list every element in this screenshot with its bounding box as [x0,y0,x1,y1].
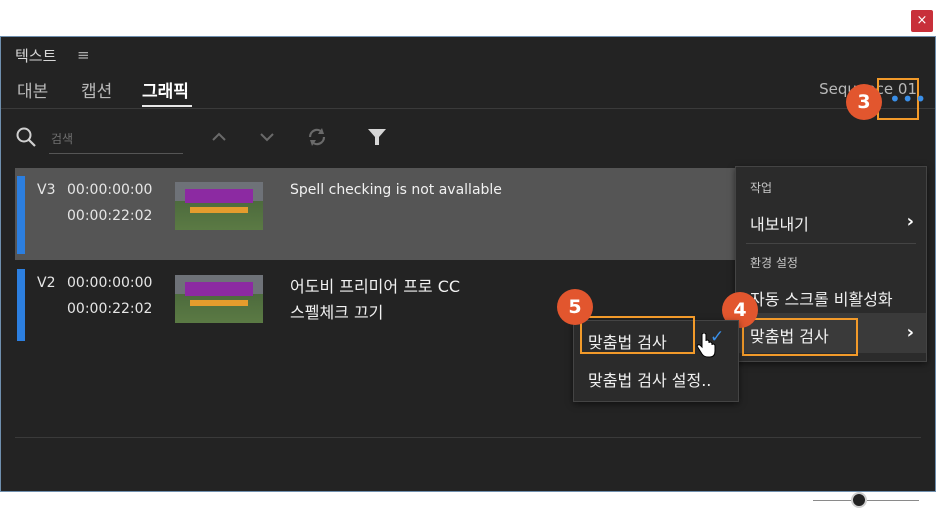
menu-item-export[interactable]: 내보내기 [750,211,809,235]
search-icon[interactable] [15,126,37,148]
panel-title: 텍스트 [15,47,57,65]
search-input[interactable] [49,125,183,154]
timecode-in: 00:00:00:00 [67,182,153,198]
clip-thumbnail [175,275,263,323]
caption-text[interactable]: Spell checking is not avallable [290,182,502,198]
more-icon: ••• [889,87,928,111]
filter-icon[interactable] [365,125,389,149]
tab-captions[interactable]: 캡션 [81,77,112,102]
track-label: V3 [37,182,56,198]
more-options-button[interactable]: ••• [877,78,926,120]
chevron-up-icon[interactable] [207,125,231,149]
track-color-bar [17,176,25,254]
track-label: V2 [37,275,56,291]
step-badge-5: 5 [557,289,593,325]
window-titlebar: × [0,0,936,36]
zoom-slider-handle[interactable] [851,492,867,508]
zoom-track-left [813,500,851,501]
chevron-down-icon[interactable] [255,125,279,149]
menu-section-preferences: 환경 설정 [750,256,798,270]
menu-section-work: 작업 [750,181,773,195]
caption-text-line1[interactable]: 어도비 프리미어 프로 CC [290,273,460,297]
submenu-item-spellcheck-settings[interactable]: 맞춤법 검사 설정.. [588,367,711,391]
clip-thumbnail [175,182,263,230]
chevron-right-icon: › [906,211,914,232]
tab-bar: 대본 캡션 그래픽 Sequence 01 [1,75,935,109]
highlight-box [580,316,695,354]
menu-item-auto-scroll[interactable]: 자동 스크롤 비활성화 [750,286,893,310]
active-tab-underline [142,105,192,107]
panel-menu-icon[interactable]: ≡ [77,46,90,64]
timecode-out: 00:00:22:02 [67,301,153,317]
close-button[interactable]: × [911,10,933,32]
highlight-box [742,318,858,356]
chevron-right-icon: › [906,322,914,343]
tab-graphics[interactable]: 그래픽 [142,77,189,102]
tab-transcript[interactable]: 대본 [17,77,48,102]
timecode-out: 00:00:22:02 [67,208,153,224]
toolbar [1,115,935,161]
zoom-track-right [867,500,919,501]
track-color-bar [17,269,25,341]
timecode-in: 00:00:00:00 [67,275,153,291]
caption-text-line2[interactable]: 스펠체크 끄기 [290,299,383,323]
hand-cursor-icon [696,333,716,358]
refresh-icon[interactable] [305,125,329,149]
step-badge-3: 3 [846,84,882,120]
menu-divider [746,243,916,244]
